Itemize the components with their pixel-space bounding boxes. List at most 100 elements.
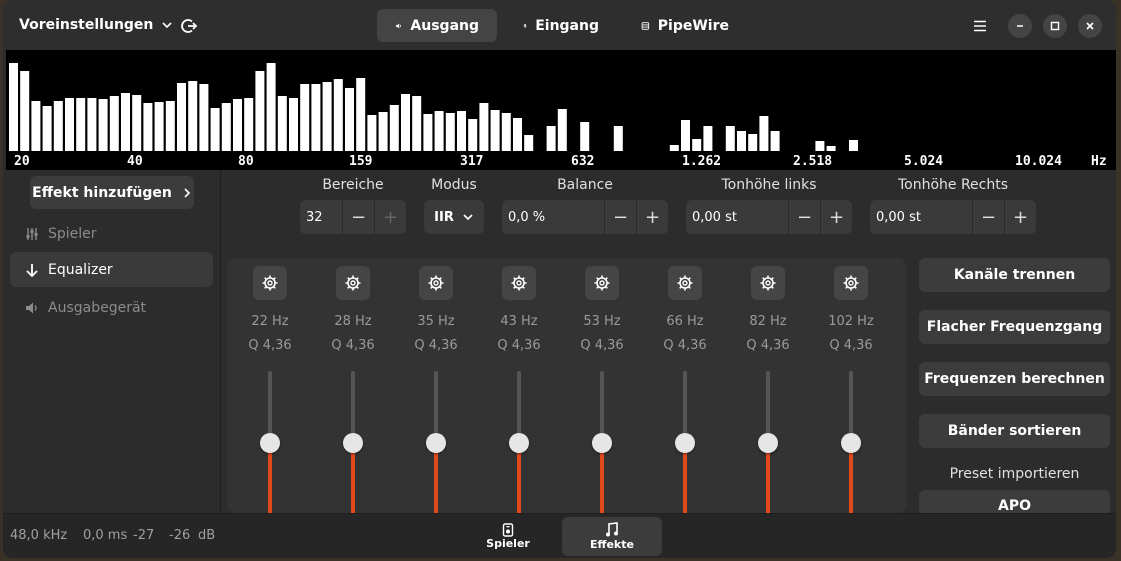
band-settings-button[interactable] — [502, 266, 536, 300]
sidebar-item-ausgabegeraet[interactable]: Ausgabegerät — [10, 290, 213, 325]
tab-input-label: Eingang — [535, 17, 599, 34]
bypass-button[interactable] — [175, 11, 205, 41]
tab-pipewire[interactable]: PipeWire — [623, 9, 747, 42]
spectrum-bar — [266, 63, 276, 151]
eq-band: 66 Hz Q 4,36 — [655, 258, 715, 513]
status-bar: 48,0 kHz 0,0 ms -27 -26 dB Spieler Effek… — [3, 513, 1116, 558]
split-channels-button[interactable]: Kanäle trennen — [919, 258, 1110, 292]
flat-response-button[interactable]: Flacher Frequenzgang — [919, 310, 1110, 344]
band-q: Q 4,36 — [331, 338, 375, 353]
spectrum-bar — [165, 101, 175, 151]
spectrum-bar — [490, 110, 500, 151]
eq-band: 22 Hz Q 4,36 — [240, 258, 300, 513]
calculate-frequencies-button[interactable]: Frequenzen berechnen — [919, 362, 1110, 396]
increment-button[interactable]: + — [1004, 200, 1036, 234]
pitch-left-spinner[interactable]: 0,00 st − + — [686, 200, 852, 234]
spectrum-bar — [389, 105, 399, 151]
chevron-down-icon — [463, 214, 473, 221]
spectrum-bar — [53, 101, 63, 151]
exit-icon — [181, 19, 198, 33]
main-menu-button[interactable] — [965, 11, 995, 41]
spectrum-bars: 20 40 80 159 317 632 1.262 2.518 5.024 10.024 Hz — [9, 63, 1107, 169]
band-gain-knob[interactable] — [426, 432, 446, 453]
tab-output[interactable]: Ausgang — [377, 9, 497, 42]
spectrum-bar — [412, 96, 422, 151]
tab-player-label: Spieler — [486, 537, 530, 550]
band-gain-fill — [434, 442, 438, 513]
sidebar-item-label: Ausgabegerät — [48, 299, 147, 316]
level-unit: dB — [198, 528, 216, 543]
microphone-icon — [523, 23, 527, 28]
music-note-icon — [606, 522, 618, 537]
spectrum-bar — [345, 88, 354, 151]
tab-player[interactable]: Spieler — [463, 517, 553, 556]
increment-button[interactable]: + — [374, 200, 406, 234]
band-settings-button[interactable] — [834, 266, 868, 300]
minimize-button[interactable] — [1008, 14, 1032, 38]
spectrum-bar — [557, 109, 567, 151]
bands-count-spinner[interactable]: 32 − + — [300, 200, 406, 234]
band-gain-fill — [517, 442, 521, 513]
decrement-button[interactable]: − — [788, 200, 820, 234]
spectrum-bar — [289, 98, 298, 151]
mode-value: IIR — [434, 209, 454, 225]
band-gain-knob[interactable] — [675, 432, 695, 453]
eq-band: 28 Hz Q 4,36 — [323, 258, 383, 513]
app-window: Voreinstellungen Ausgang Eingang PipeWir… — [3, 0, 1116, 558]
spectrum-bar — [322, 82, 332, 151]
minimize-icon — [1017, 25, 1023, 27]
pitch-right-spinner[interactable]: 0,00 st − + — [870, 200, 1036, 234]
band-gain-knob[interactable] — [841, 432, 861, 453]
pitch-left-label: Tonhöhe links — [721, 177, 817, 193]
import-apo-button[interactable]: APO — [919, 490, 1110, 514]
decrement-button[interactable]: − — [972, 200, 1004, 234]
spectrum-frequency-label: 5.024 — [904, 154, 943, 169]
maximize-icon — [1050, 21, 1060, 31]
increment-button[interactable]: + — [820, 200, 852, 234]
spectrum-bar — [143, 103, 153, 151]
gear-icon — [428, 275, 444, 291]
band-settings-button[interactable] — [585, 266, 619, 300]
speaker-icon — [395, 22, 401, 29]
spectrum-bar — [132, 95, 142, 151]
presets-menu-button[interactable]: Voreinstellungen — [13, 9, 179, 41]
spectrum-bar — [748, 134, 758, 151]
band-gain-knob[interactable] — [758, 432, 778, 453]
band-settings-button[interactable] — [668, 266, 702, 300]
band-gain-knob[interactable] — [592, 432, 612, 453]
band-settings-button[interactable] — [751, 266, 785, 300]
spectrum-bar — [277, 96, 287, 151]
mode-dropdown[interactable]: IIR — [424, 200, 484, 234]
tab-input[interactable]: Eingang — [505, 9, 617, 42]
effects-sidebar: Effekt hinzufügen Spieler Equalizer Ausg… — [3, 170, 220, 513]
pitch-left-value: 0,00 st — [692, 209, 737, 225]
sidebar-item-equalizer[interactable]: Equalizer — [10, 252, 213, 287]
spectrum-bar — [378, 112, 388, 151]
band-gain-knob[interactable] — [260, 432, 280, 453]
sidebar-item-spieler[interactable]: Spieler — [10, 216, 213, 251]
tab-effects[interactable]: Effekte — [562, 517, 662, 556]
spectrum-bar — [445, 113, 455, 151]
band-gain-knob[interactable] — [343, 432, 363, 453]
tab-pipewire-label: PipeWire — [657, 17, 729, 34]
band-gain-knob[interactable] — [509, 432, 529, 453]
decrement-button[interactable]: − — [604, 200, 636, 234]
maximize-button[interactable] — [1043, 14, 1067, 38]
spectrum-bar — [703, 126, 713, 151]
balance-label: Balance — [557, 177, 613, 193]
add-effect-button[interactable]: Effekt hinzufügen — [30, 176, 194, 209]
decrement-button[interactable]: − — [342, 200, 374, 234]
close-button[interactable] — [1078, 14, 1102, 38]
band-gain-fill — [351, 442, 355, 513]
sort-bands-button[interactable]: Bänder sortieren — [919, 414, 1110, 448]
spectrum-bar — [76, 98, 86, 151]
balance-value: 0,0 % — [508, 209, 546, 225]
eq-band: 53 Hz Q 4,36 — [572, 258, 632, 513]
band-settings-button[interactable] — [419, 266, 453, 300]
band-settings-button[interactable] — [336, 266, 370, 300]
balance-spinner[interactable]: 0,0 % − + — [502, 200, 668, 234]
increment-button[interactable]: + — [636, 200, 668, 234]
spectrum-bar — [815, 141, 825, 151]
spectrum-bar — [681, 120, 690, 151]
band-settings-button[interactable] — [253, 266, 287, 300]
